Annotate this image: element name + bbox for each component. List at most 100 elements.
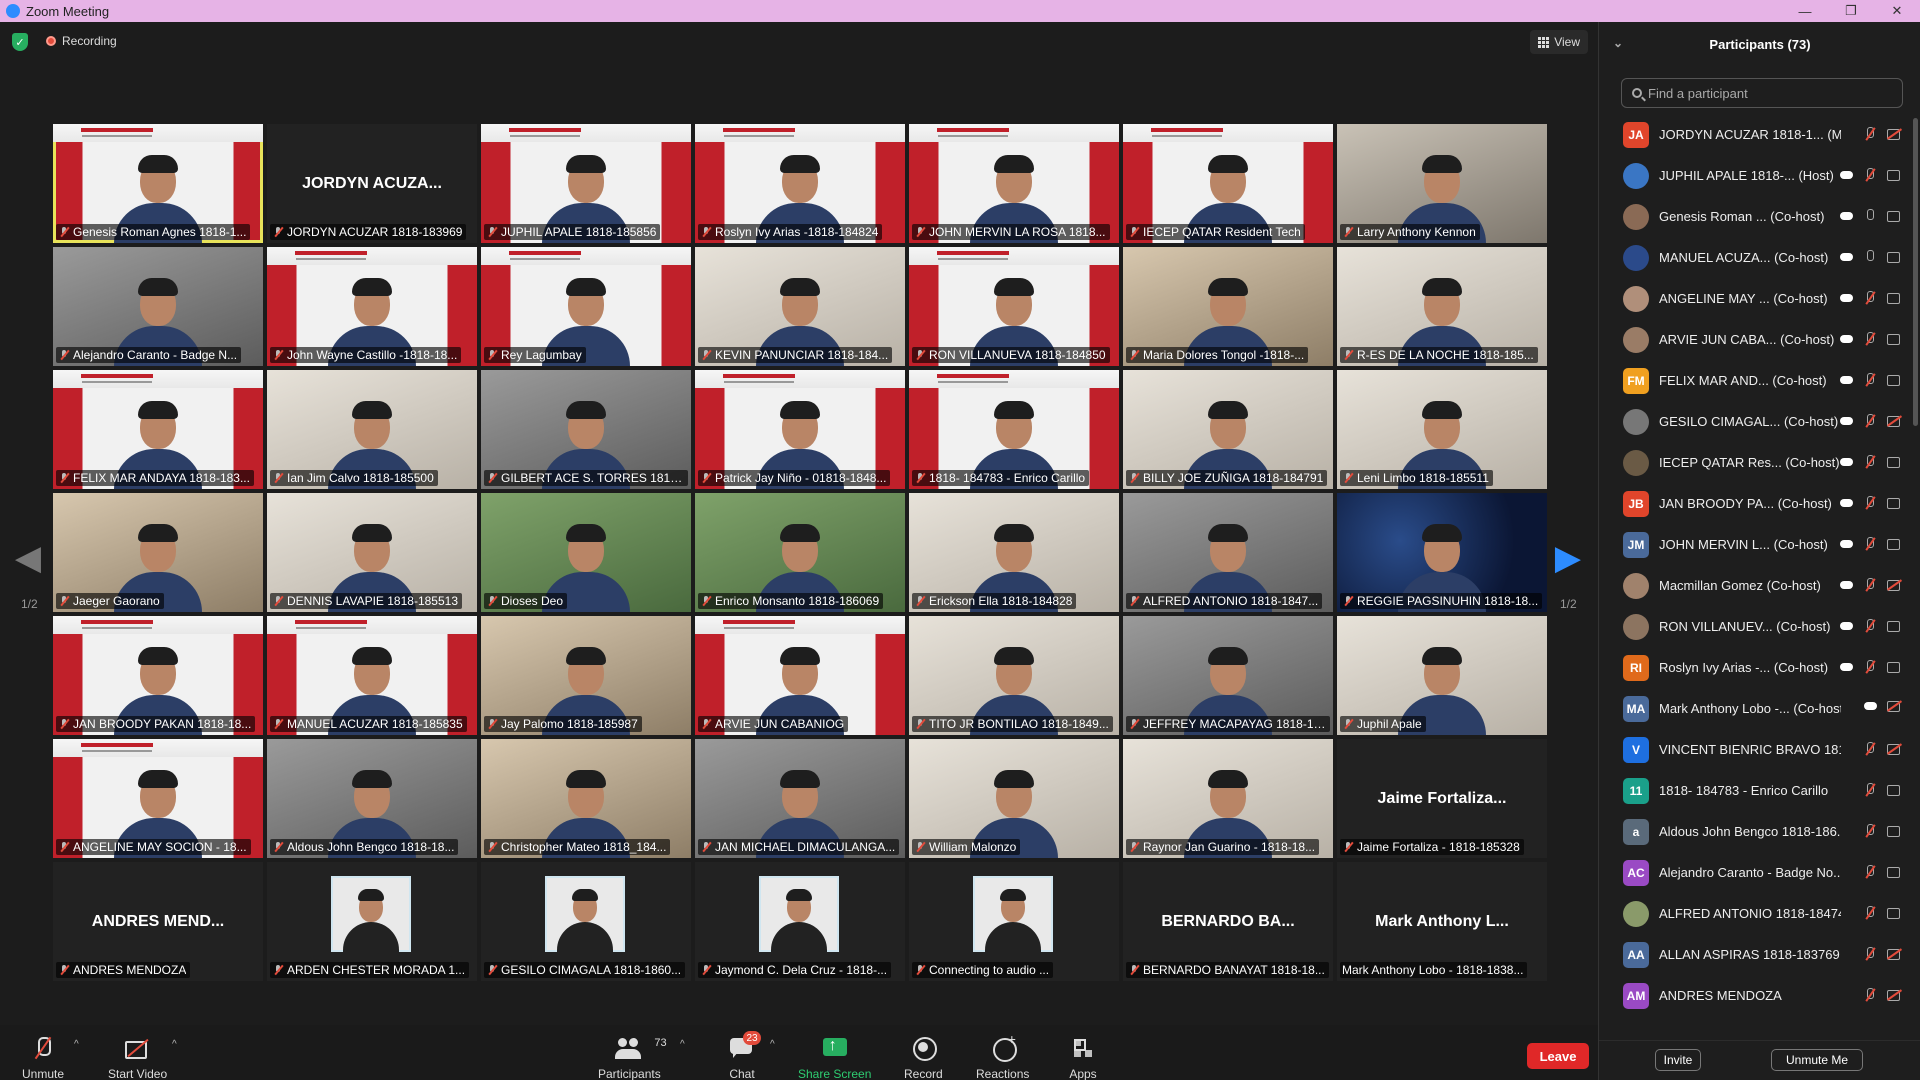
video-tile[interactable]: JAN MICHAEL DIMACULANGA... [695,739,905,858]
participant-row[interactable]: MANUEL ACUZA... (Co-host) [1599,237,1911,278]
video-tile[interactable]: JOHN MERVIN LA ROSA 1818... [909,124,1119,243]
participant-row[interactable]: JA JORDYN ACUZAR 1818-1... (Me) [1599,114,1911,155]
invite-button[interactable]: Invite [1655,1049,1701,1071]
video-tile[interactable]: Jaeger Gaorano [53,493,263,612]
camera-off-icon[interactable] [1887,128,1903,140]
video-tile[interactable]: Jaymond C. Dela Cruz - 1818-... [695,862,905,981]
video-tile[interactable]: Ian Jim Calvo 1818-185500 [267,370,477,489]
camera-icon[interactable] [1887,456,1903,468]
participant-row[interactable]: a Aldous John Bengco 1818-186... [1599,811,1911,852]
recording-indicator[interactable]: Recording [46,34,117,48]
camera-icon[interactable] [1887,333,1903,345]
video-tile[interactable]: Roslyn Ivy Arias -1818-184824 [695,124,905,243]
video-tile[interactable]: JEFFREY MACAPAYAG 1818-18... [1123,616,1333,735]
video-options-caret[interactable]: ^ [172,1039,177,1050]
mic-muted-icon[interactable] [1863,290,1877,306]
restore-button[interactable]: ❐ [1828,0,1874,22]
participant-row[interactable]: JM JOHN MERVIN L... (Co-host) [1599,524,1911,565]
participant-row[interactable]: 11 1818- 184783 - Enrico Carillo [1599,770,1911,811]
video-tile[interactable]: BILLY JOE ZUÑIGA 1818-184791 [1123,370,1333,489]
video-tile[interactable]: Aldous John Bengco 1818-18... [267,739,477,858]
video-tile[interactable]: John Wayne Castillo -1818-18... [267,247,477,366]
mic-muted-icon[interactable] [1863,126,1877,142]
video-tile[interactable]: ALFRED ANTONIO 1818-1847... [1123,493,1333,612]
video-tile[interactable]: JORDYN ACUZA... JORDYN ACUZAR 1818-183969 [267,124,477,243]
mic-muted-icon[interactable] [1863,618,1877,634]
mic-muted-icon[interactable] [1863,987,1877,1003]
minimize-button[interactable]: — [1782,0,1828,22]
search-input[interactable] [1648,85,1888,101]
video-tile[interactable]: Enrico Monsanto 1818-186069 [695,493,905,612]
camera-off-icon[interactable] [1887,948,1903,960]
unmute-button[interactable]: Unmute [22,1035,64,1080]
video-tile[interactable]: 1818- 184783 - Enrico Carillo [909,370,1119,489]
video-tile[interactable]: REGGIE PAGSINUHIN 1818-18... [1337,493,1547,612]
participant-row[interactable]: RI Roslyn Ivy Arias -... (Co-host) [1599,647,1911,688]
mic-muted-icon[interactable] [1863,782,1877,798]
video-tile[interactable]: Patrick Jay Niño - 01818-1848... [695,370,905,489]
camera-icon[interactable] [1887,210,1903,222]
mic-muted-icon[interactable] [1863,536,1877,552]
apps-button[interactable]: Apps [1068,1035,1098,1080]
video-tile[interactable]: FELIX MAR ANDAYA 1818-183... [53,370,263,489]
camera-icon[interactable] [1887,825,1903,837]
video-tile[interactable]: Raynor Jan Guarino - 1818-18... [1123,739,1333,858]
video-tile[interactable]: Leni Limbo 1818-185511 [1337,370,1547,489]
mic-icon[interactable] [1863,249,1877,265]
camera-icon[interactable] [1887,292,1903,304]
video-tile[interactable]: DENNIS LAVAPIE 1818-185513 [267,493,477,612]
camera-icon[interactable] [1887,538,1903,550]
video-tile[interactable]: Christopher Mateo 1818_184... [481,739,691,858]
video-tile[interactable]: Dioses Deo [481,493,691,612]
chat-button[interactable]: 23 Chat [727,1031,761,1080]
camera-icon[interactable] [1887,169,1903,181]
chat-options-caret[interactable]: ^ [770,1039,775,1050]
camera-icon[interactable] [1887,374,1903,386]
participant-row[interactable]: IECEP QATAR Res... (Co-host) [1599,442,1911,483]
mic-muted-icon[interactable] [1863,413,1877,429]
video-tile[interactable]: ARVIE JUN CABANIOG [695,616,905,735]
camera-off-icon[interactable] [1887,743,1903,755]
leave-button[interactable]: Leave [1527,1043,1589,1069]
camera-off-icon[interactable] [1887,579,1903,591]
camera-icon[interactable] [1887,866,1903,878]
participant-row[interactable]: Macmillan Gomez (Co-host) [1599,565,1911,606]
camera-off-icon[interactable] [1887,415,1903,427]
participant-row[interactable]: ALFRED ANTONIO 1818-184745 [1599,893,1911,934]
start-video-button[interactable]: Start Video [108,1035,167,1080]
video-tile[interactable]: William Malonzo [909,739,1119,858]
mic-muted-icon[interactable] [1863,331,1877,347]
mic-muted-icon[interactable] [1863,741,1877,757]
camera-icon[interactable] [1887,251,1903,263]
participants-button[interactable]: 73 Participants [598,1035,667,1080]
unmute-me-button[interactable]: Unmute Me [1771,1049,1863,1071]
participant-row[interactable]: ARVIE JUN CABA... (Co-host) [1599,319,1911,360]
mic-muted-icon[interactable] [1863,372,1877,388]
mic-icon[interactable] [1863,208,1877,224]
participant-row[interactable]: Genesis Roman ... (Co-host) [1599,196,1911,237]
collapse-panel-icon[interactable]: ⌄ [1613,36,1623,50]
video-tile[interactable]: TITO JR BONTILAO 1818-1849... [909,616,1119,735]
participant-row[interactable]: JUPHIL APALE 1818-... (Host) [1599,155,1911,196]
camera-icon[interactable] [1887,620,1903,632]
camera-off-icon[interactable] [1887,700,1903,712]
participant-row[interactable]: AC Alejandro Caranto - Badge No... [1599,852,1911,893]
video-tile[interactable]: JAN BROODY PAKAN 1818-18... [53,616,263,735]
video-tile[interactable]: ARDEN CHESTER MORADA 1... [267,862,477,981]
participant-row[interactable]: GESILO CIMAGAL... (Co-host) [1599,401,1911,442]
mic-muted-icon[interactable] [1863,864,1877,880]
video-tile[interactable]: Maria Dolores Tongol -1818-... [1123,247,1333,366]
record-button[interactable]: Record [904,1035,943,1080]
participant-row[interactable]: AM ANDRES MENDOZA [1599,975,1911,1016]
video-tile[interactable]: Mark Anthony L... Mark Anthony Lobo - 181… [1337,862,1547,981]
video-tile[interactable]: ANDRES MEND... ANDRES MENDOZA [53,862,263,981]
video-tile[interactable]: RON VILLANUEVA 1818-184850 [909,247,1119,366]
participant-row[interactable]: RON VILLANUEV... (Co-host) [1599,606,1911,647]
video-tile[interactable]: ANGELINE MAY SOCION - 18... [53,739,263,858]
participant-list-scrollbar[interactable] [1913,118,1918,426]
camera-icon[interactable] [1887,497,1903,509]
participant-row[interactable]: ANGELINE MAY ... (Co-host) [1599,278,1911,319]
close-button[interactable]: ✕ [1874,0,1920,22]
video-tile[interactable]: Juphil Apale [1337,616,1547,735]
video-tile[interactable]: Connecting to audio ... [909,862,1119,981]
